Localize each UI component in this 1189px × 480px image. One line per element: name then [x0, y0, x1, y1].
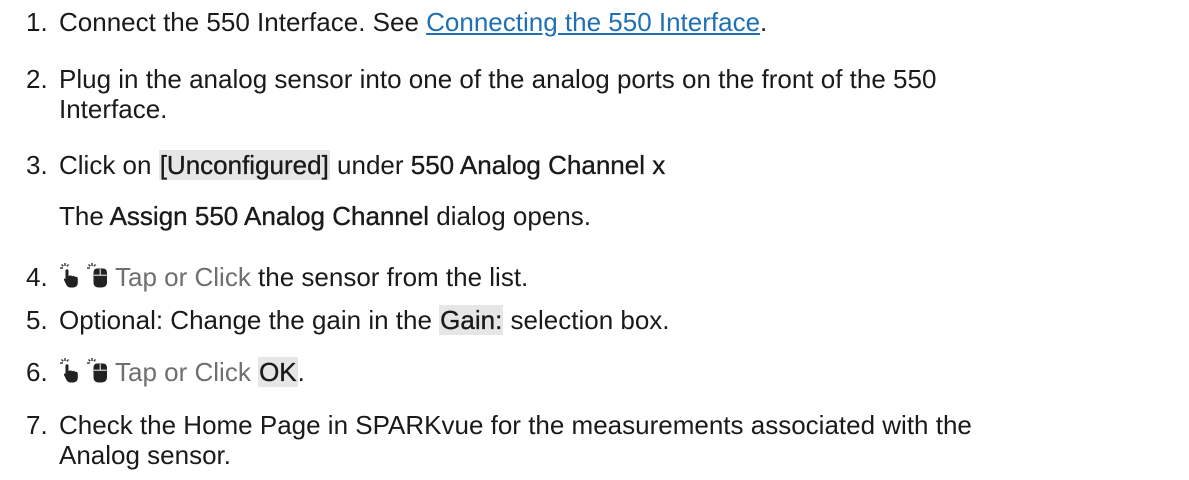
connecting-550-interface-link[interactable]: Connecting the 550 Interface [426, 7, 760, 37]
step-text: The [59, 201, 110, 231]
step-5: 5. Optional: Change the gain in the Gain… [26, 305, 1176, 335]
step-number: 7. [26, 410, 48, 440]
step-3: 3. Click on [Unconfigured] under 550 Ana… [26, 150, 1176, 231]
step-2: 2. Plug in the analog sensor into one of… [26, 64, 1176, 124]
step-1: 1. Connect the 550 Interface. See Connec… [26, 7, 1176, 37]
mouse-icon [87, 263, 107, 288]
gain-label: Gain: [439, 305, 504, 335]
tap-or-click-label: Tap or Click [115, 262, 251, 292]
ok-label: OK [258, 357, 298, 387]
tap-or-click-label: Tap or Click [115, 357, 251, 387]
channel-label: 550 Analog Channel x [410, 150, 666, 180]
step-text-line: Plug in the analog sensor into one of th… [59, 64, 937, 94]
step-4: 4. Tap or Click the sensor from the list… [26, 262, 1176, 292]
tap-or-click-icons [59, 357, 111, 383]
step-number: 5. [26, 305, 48, 335]
step-text: Click on [59, 150, 159, 180]
tap-hand-icon [60, 358, 78, 383]
step-7: 7. Check the Home Page in SPARKvue for t… [26, 410, 1176, 470]
step-text: selection box. [503, 305, 670, 335]
unconfigured-label: [Unconfigured] [158, 150, 330, 180]
step-text-line: Analog sensor. [59, 440, 232, 470]
mouse-icon [87, 358, 107, 383]
step-text-line: Check the Home Page in SPARKvue for the … [59, 410, 972, 440]
step-number: 4. [26, 262, 48, 292]
step-6: 6. Tap or Click OK. [26, 357, 1176, 387]
step-text: dialog opens. [429, 201, 591, 231]
step-punctuation: . [760, 7, 768, 37]
step-3-result: The Assign 550 Analog Channel dialog ope… [59, 201, 1176, 231]
tap-or-click-icons [59, 262, 111, 288]
step-text: the sensor from the list. [250, 262, 529, 292]
step-punctuation: . [297, 357, 305, 387]
tap-hand-icon [60, 263, 78, 288]
step-text-line: Interface. [59, 94, 168, 124]
dialog-name: Assign 550 Analog Channel [109, 201, 430, 231]
step-number: 3. [26, 150, 48, 180]
step-text: Optional: Change the gain in the [59, 305, 440, 335]
step-number: 6. [26, 357, 48, 387]
step-text: Connect the 550 Interface. See [59, 7, 427, 37]
step-number: 1. [26, 7, 48, 37]
step-number: 2. [26, 64, 48, 94]
step-text: under [329, 150, 411, 180]
